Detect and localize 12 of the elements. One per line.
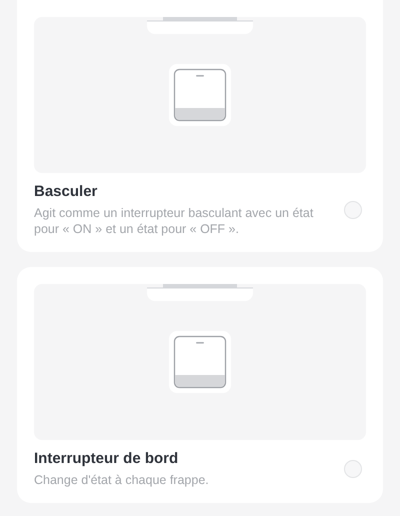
handle-icon (147, 17, 253, 34)
radio-button[interactable] (344, 201, 362, 219)
option-title: Basculer (34, 183, 98, 200)
option-description: Agit comme un interrupteur basculant avec un état pour « ON » et un état pour « OFF ». (34, 205, 314, 237)
option-card[interactable]: Interrupteur de bord Change d'état à chaque frappe. (17, 267, 383, 503)
switch-icon (169, 331, 231, 393)
switch-icon (169, 64, 231, 126)
radio-button[interactable] (344, 460, 362, 478)
option-card[interactable]: Basculer Agit comme un interrupteur basculant avec un état pour « ON » et un état pour « OFF ». (17, 0, 383, 252)
option-title: Interrupteur de bord (34, 450, 180, 467)
handle-icon (147, 284, 253, 301)
option-description: Change d'état à chaque frappe. (34, 472, 210, 488)
